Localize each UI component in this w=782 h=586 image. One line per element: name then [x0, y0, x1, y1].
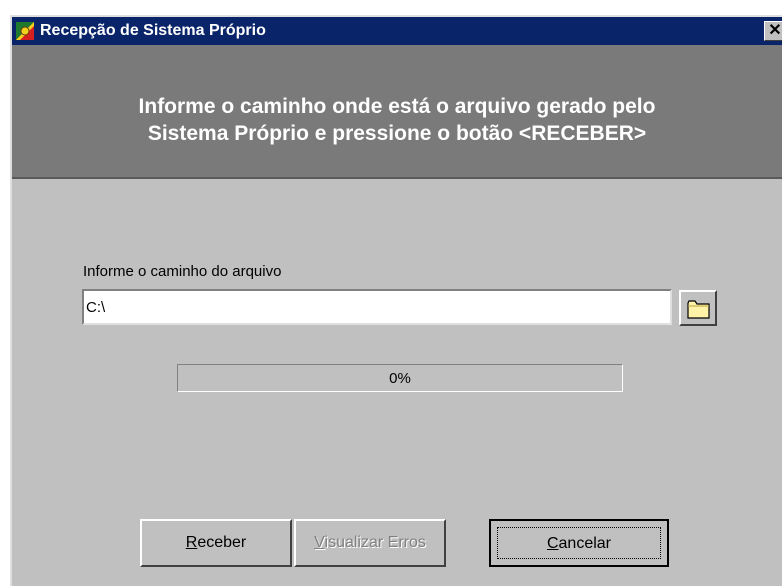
close-button[interactable]: ✕ [764, 21, 782, 41]
progress-text: 0% [389, 370, 411, 387]
cancelar-accelerator: C [546, 535, 559, 552]
receber-label-rest: eceber [197, 534, 247, 551]
receber-button[interactable]: Receber [140, 519, 292, 567]
dialog-window: Recepção de Sistema Próprio ✕ Informe o … [10, 15, 782, 586]
file-path-input[interactable] [82, 289, 672, 325]
folder-icon [687, 300, 710, 319]
instruction-line-1: Informe o caminho onde está o arquivo ge… [138, 95, 656, 118]
visualizar-label-rest: isualizar Erros [324, 534, 426, 551]
receber-accelerator: R [185, 534, 198, 551]
browse-button[interactable] [679, 290, 717, 326]
instruction-line-2: Sistema Próprio e pressione o botão <REC… [147, 122, 647, 145]
window-title: Recepção de Sistema Próprio [40, 22, 266, 39]
title-bar[interactable]: Recepção de Sistema Próprio ✕ [12, 17, 782, 45]
cancelar-button[interactable]: Cancelar [489, 519, 669, 567]
visualizar-erros-button[interactable]: Visualizar Erros [294, 519, 446, 567]
cancelar-focus-rect: Cancelar [497, 527, 661, 559]
file-path-label: Informe o caminho do arquivo [83, 263, 282, 280]
close-icon: ✕ [768, 22, 782, 39]
visualizar-accelerator: V [314, 534, 325, 551]
instruction-banner: Informe o caminho onde está o arquivo ge… [12, 45, 782, 179]
app-flag-icon [16, 22, 34, 40]
progress-bar: 0% [177, 364, 623, 392]
cancelar-label-rest: ancelar [558, 535, 612, 552]
